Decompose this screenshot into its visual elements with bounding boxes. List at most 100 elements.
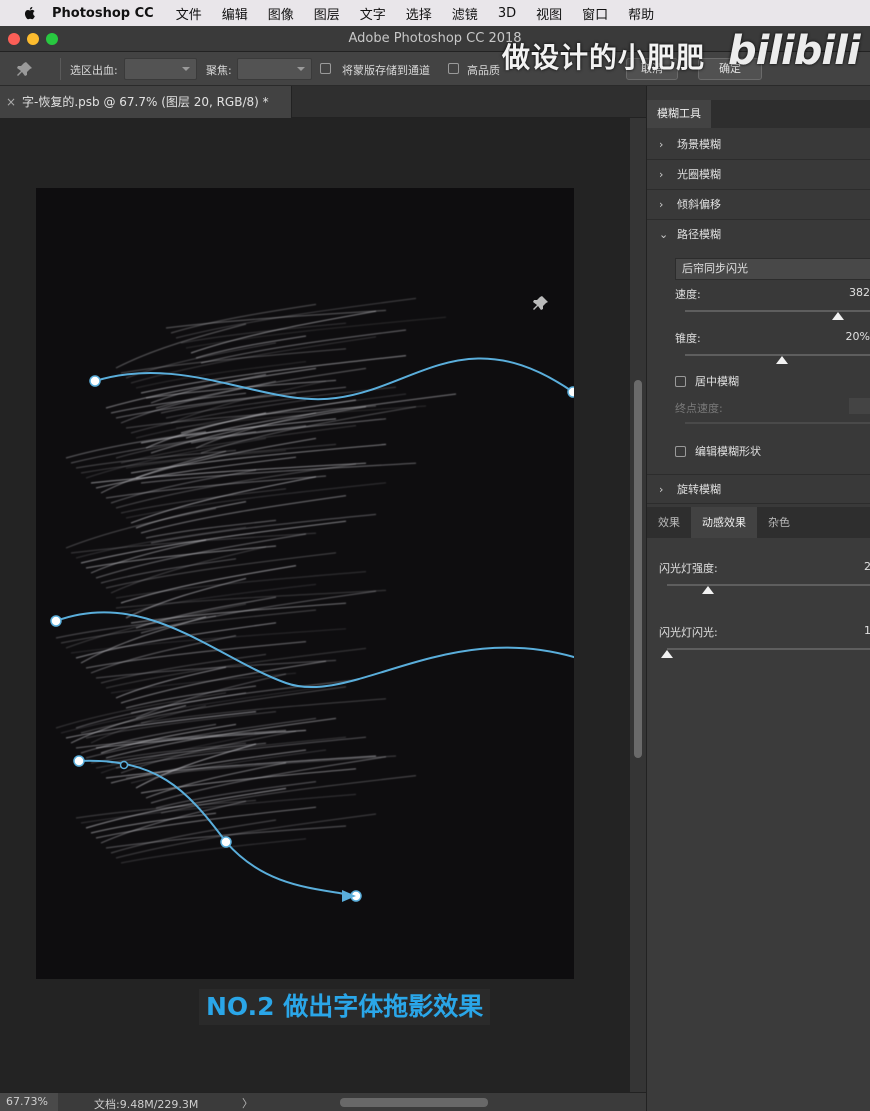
blur-path-anchor[interactable] <box>119 760 129 770</box>
end-speed-slider[interactable] <box>685 422 870 424</box>
section-label: 路径模糊 <box>677 228 721 241</box>
menu-item-image[interactable]: 图像 <box>268 4 294 23</box>
document-tab-title: 字-恢复的.psb @ 67.7% (图层 20, RGB/8) * <box>22 95 269 109</box>
strobe-flash-value[interactable]: 1 <box>864 624 870 637</box>
menu-item-filter[interactable]: 滤镜 <box>452 4 478 23</box>
section-tilt-shift[interactable]: › 倾斜偏移 <box>647 190 870 220</box>
menu-item-view[interactable]: 视图 <box>536 4 562 23</box>
zoom-level[interactable]: 67.73% <box>0 1093 58 1111</box>
strobe-flash-slider[interactable] <box>661 648 870 658</box>
watermark-text: 做设计的小肥肥 <box>502 41 706 74</box>
tutorial-caption: NO.2 做出字体拖影效果 <box>199 989 491 1025</box>
status-bar: 67.73% 文档:9.48M/229.3M 〉 <box>0 1092 646 1111</box>
motion-streak <box>130 679 357 714</box>
section-label: 光圈模糊 <box>677 168 721 181</box>
menu-item-select[interactable]: 选择 <box>406 4 432 23</box>
motion-streak <box>60 686 327 734</box>
vertical-scrollbar[interactable] <box>630 118 646 1092</box>
chevron-right-icon: › <box>659 138 664 151</box>
strobe-flash-label: 闪光灯闪光: <box>659 626 718 639</box>
blur-path-anchor[interactable] <box>73 755 85 767</box>
menu-item-window[interactable]: 窗口 <box>582 4 608 23</box>
menu-item-file[interactable]: 文件 <box>176 4 202 23</box>
blur-path-anchor[interactable] <box>220 836 232 848</box>
document-canvas[interactable] <box>36 188 574 979</box>
motion-blur-streaks <box>55 297 457 864</box>
status-menu-arrow[interactable]: 〉 <box>242 1095 253 1111</box>
end-speed-field[interactable] <box>849 398 870 414</box>
motion-streak <box>75 622 277 659</box>
high-quality-checkbox[interactable] <box>448 63 459 74</box>
motion-streak <box>145 412 267 449</box>
section-label: 倾斜偏移 <box>677 198 721 211</box>
speed-value[interactable]: 382 <box>849 286 870 299</box>
motion-streak <box>150 513 377 544</box>
taper-label: 锥度: <box>675 332 701 345</box>
tab-effects[interactable]: 效果 <box>647 507 691 538</box>
blur-path-anchor[interactable] <box>50 615 62 627</box>
close-tab-icon[interactable]: × <box>6 86 16 118</box>
strobe-strength-label: 闪光灯强度: <box>659 562 718 575</box>
edit-blur-shape-checkbox[interactable] <box>675 446 686 457</box>
blur-path-anchor[interactable] <box>89 375 101 387</box>
menu-item-help[interactable]: 帮助 <box>628 4 654 23</box>
menu-item-layer[interactable]: 图层 <box>314 4 340 23</box>
taper-slider-knob[interactable] <box>775 356 788 364</box>
chevron-right-icon: › <box>659 483 664 496</box>
apple-icon[interactable] <box>22 5 38 21</box>
center-blur-label: 居中模糊 <box>695 375 739 388</box>
motion-streak <box>105 647 367 689</box>
menu-item-edit[interactable]: 编辑 <box>222 4 248 23</box>
tab-blur-tools[interactable]: 模糊工具 <box>647 100 711 128</box>
section-spin-blur[interactable]: › 旋转模糊 <box>647 474 870 504</box>
section-label: 旋转模糊 <box>677 483 721 496</box>
horizontal-scroll-thumb[interactable] <box>340 1098 488 1107</box>
motion-streak <box>130 476 317 524</box>
high-quality-label: 高品质 <box>467 64 500 77</box>
document-size-info[interactable]: 文档:9.48M/229.3M <box>94 1096 198 1111</box>
chevron-down-icon: ⌄ <box>659 228 669 241</box>
artwork-svg <box>50 296 574 902</box>
motion-effects-pane: 闪光灯强度: 2 闪光灯闪光: 1 <box>647 538 870 1111</box>
taper-slider[interactable] <box>685 354 870 364</box>
pin-tool-icon[interactable] <box>16 61 34 77</box>
motion-streak <box>110 819 277 854</box>
strobe-strength-knob[interactable] <box>701 586 714 594</box>
tab-noise[interactable]: 杂色 <box>757 507 801 538</box>
pin-cursor-icon <box>533 296 548 310</box>
menu-app-name[interactable]: Photoshop CC <box>52 6 154 21</box>
section-iris-blur[interactable]: › 光圈模糊 <box>647 160 870 190</box>
motion-streak <box>145 519 277 539</box>
blur-path-anchor[interactable] <box>567 386 574 398</box>
strobe-flash-knob[interactable] <box>661 650 673 658</box>
strobe-strength-slider[interactable] <box>667 584 870 594</box>
section-path-blur[interactable]: ⌄ 路径模糊 <box>647 220 870 250</box>
bilibili-logo: bilibili <box>728 28 861 74</box>
menu-item-3d[interactable]: 3D <box>498 6 516 21</box>
path-blur-mode-select[interactable]: 后帘同步闪光 <box>675 258 870 280</box>
selection-bleed-field[interactable] <box>124 58 197 80</box>
focus-field[interactable] <box>237 58 312 80</box>
taper-value[interactable]: 20% <box>846 330 870 343</box>
options-separator <box>60 58 61 80</box>
document-tab[interactable]: × 字-恢复的.psb @ 67.7% (图层 20, RGB/8) * <box>0 86 292 118</box>
motion-streak <box>90 812 217 834</box>
speed-slider-knob[interactable] <box>831 312 844 320</box>
section-field-blur[interactable]: › 场景模糊 <box>647 130 870 160</box>
menu-item-type[interactable]: 文字 <box>360 4 386 23</box>
vertical-scroll-thumb[interactable] <box>634 380 642 758</box>
strobe-strength-value[interactable]: 2 <box>864 560 870 573</box>
motion-streak <box>135 596 277 629</box>
document-tab-bar: × 字-恢复的.psb @ 67.7% (图层 20, RGB/8) * <box>0 86 646 118</box>
selection-bleed-label: 选区出血: <box>70 64 118 77</box>
motion-streak <box>110 392 247 414</box>
center-blur-checkbox[interactable] <box>675 376 686 387</box>
tab-motion-effects[interactable]: 动感效果 <box>691 507 757 538</box>
section-label: 场景模糊 <box>677 138 721 151</box>
focus-label: 聚焦: <box>206 64 232 77</box>
speed-slider[interactable] <box>685 310 870 320</box>
blur-tools-panel: 模糊工具 › 场景模糊 › 光圈模糊 › 倾斜偏移 ⌄ 路径模糊 后帘同步闪光 … <box>646 86 870 1111</box>
speed-label: 速度: <box>675 288 701 301</box>
save-mask-checkbox[interactable] <box>320 63 331 74</box>
motion-streak <box>100 653 267 684</box>
